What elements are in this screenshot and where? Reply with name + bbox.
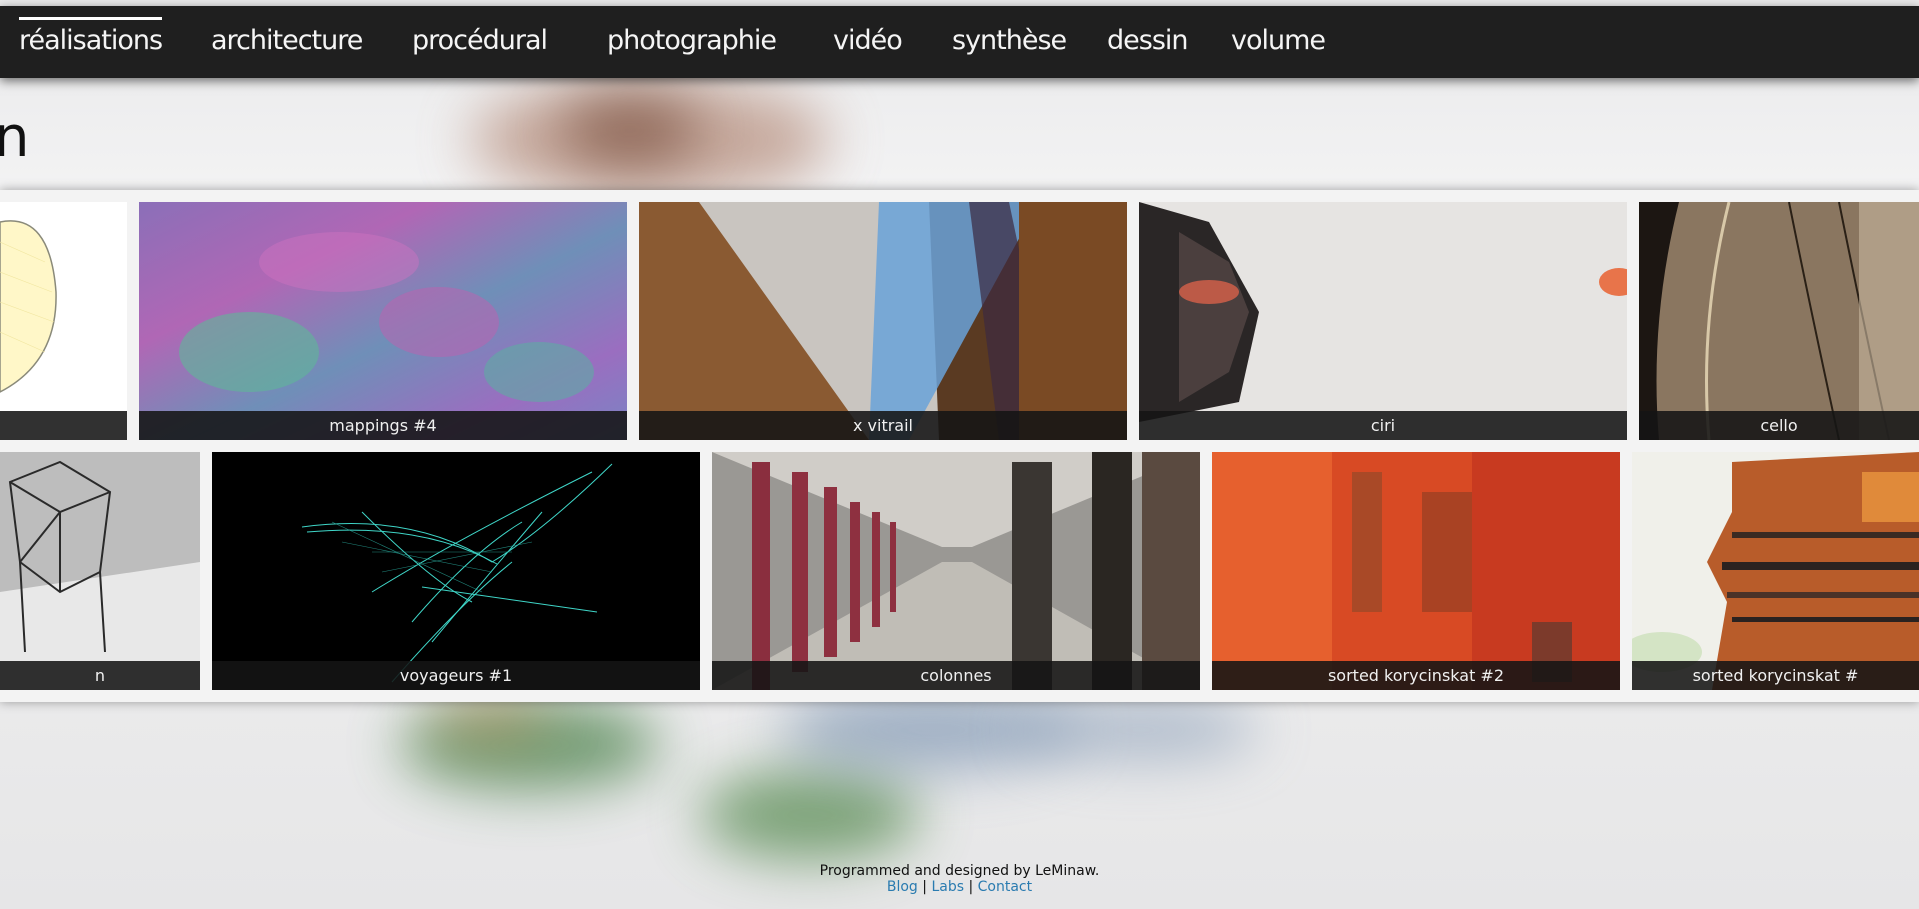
tile-caption xyxy=(0,411,127,440)
tile-caption: colonnes xyxy=(712,661,1200,690)
footer-separator: | xyxy=(968,879,974,895)
footer-link-contact[interactable]: Contact xyxy=(978,879,1032,895)
nav-item-synthese[interactable]: synthèse xyxy=(952,6,1067,78)
footer-credit: Programmed and designed by LeMinaw. xyxy=(819,863,1100,879)
nav-item-volume[interactable]: volume xyxy=(1231,6,1326,78)
tile-caption: n xyxy=(0,661,200,690)
top-navigation: réalisations architecture procédural pho… xyxy=(0,6,1919,78)
tile-artwork xyxy=(639,202,1127,440)
gallery-tile[interactable] xyxy=(0,202,127,440)
nav-item-dessin[interactable]: dessin xyxy=(1107,6,1188,78)
tile-caption: cello xyxy=(1639,411,1919,440)
tile-artwork xyxy=(1139,202,1627,440)
tile-caption: mappings #4 xyxy=(139,411,627,440)
gallery-tile[interactable]: n xyxy=(0,452,200,690)
tile-artwork xyxy=(0,452,200,690)
footer-link-blog[interactable]: Blog xyxy=(887,879,918,895)
gallery-tile[interactable]: x vitrail xyxy=(639,202,1127,440)
gallery-tile[interactable]: sorted korycinskat #2 xyxy=(1212,452,1620,690)
tile-artwork xyxy=(1632,452,1919,690)
gallery-tile[interactable]: colonnes xyxy=(712,452,1200,690)
nav-item-architecture[interactable]: architecture xyxy=(211,6,363,78)
page-heading-fragment: n xyxy=(0,105,30,170)
footer: Programmed and designed by LeMinaw. Blog… xyxy=(0,863,1919,895)
nav-item-realisations[interactable]: réalisations xyxy=(19,6,163,78)
tile-caption: sorted korycinskat #2 xyxy=(1212,661,1620,690)
bg-blur-top-dark xyxy=(560,95,700,165)
tile-artwork xyxy=(712,452,1200,690)
gallery-tile[interactable]: sorted korycinskat # xyxy=(1632,452,1919,690)
footer-link-labs[interactable]: Labs xyxy=(931,879,964,895)
footer-links: Blog | Labs | Contact xyxy=(0,879,1919,895)
tile-caption: sorted korycinskat # xyxy=(1632,661,1919,690)
tile-artwork xyxy=(1212,452,1620,690)
nav-item-photographie[interactable]: photographie xyxy=(607,6,777,78)
gallery-tile[interactable]: mappings #4 xyxy=(139,202,627,440)
gallery-tile[interactable]: ciri xyxy=(1139,202,1627,440)
gallery: mappings #4 x vitrail ciri cello n voyag… xyxy=(0,190,1919,702)
tile-artwork xyxy=(139,202,627,440)
bg-blur-bottom-blue2 xyxy=(1020,700,1260,760)
tile-artwork xyxy=(1639,202,1919,440)
bg-blur-bottom-green2 xyxy=(700,770,920,860)
tile-caption: x vitrail xyxy=(639,411,1127,440)
nav-item-procedural[interactable]: procédural xyxy=(412,6,548,78)
gallery-tile[interactable]: cello xyxy=(1639,202,1919,440)
gallery-tile[interactable]: voyageurs #1 xyxy=(212,452,700,690)
tile-artwork xyxy=(212,452,700,690)
nav-item-video[interactable]: vidéo xyxy=(833,6,903,78)
bg-blur-bottom-orange xyxy=(430,700,550,740)
footer-separator: | xyxy=(922,879,927,895)
tile-artwork xyxy=(0,202,127,440)
tile-caption: ciri xyxy=(1139,411,1627,440)
tile-caption: voyageurs #1 xyxy=(212,661,700,690)
